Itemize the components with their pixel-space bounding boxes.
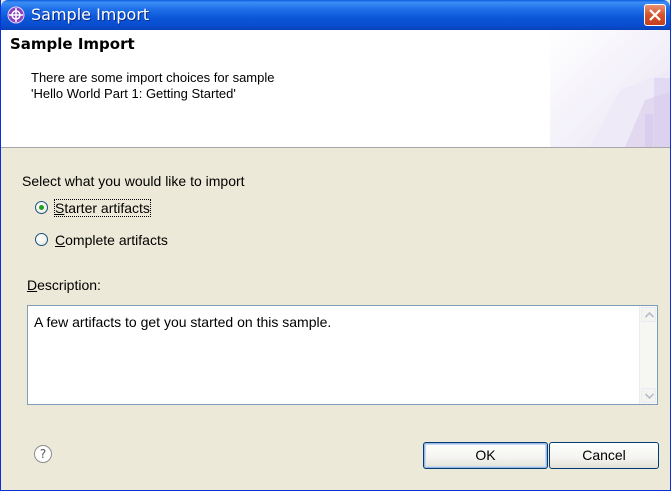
description-textarea[interactable]: A few artifacts to get you started on th… [27, 305, 658, 405]
radio-button-unselected[interactable] [35, 233, 48, 246]
help-icon[interactable]: ? [34, 445, 52, 463]
eclipse-app-icon [7, 6, 25, 24]
description-label: Description: [27, 277, 101, 293]
title-bar[interactable]: Sample Import [1, 0, 670, 30]
scroll-up-arrow-icon [645, 312, 654, 318]
scroll-up-button[interactable] [641, 307, 656, 322]
vertical-scrollbar[interactable] [639, 306, 657, 404]
close-button[interactable] [644, 4, 666, 26]
radio-selected-dot [39, 205, 44, 210]
wizard-banner: Sample Import There are some import choi… [1, 30, 670, 148]
description-text: A few artifacts to get you started on th… [34, 314, 332, 330]
scroll-down-arrow-icon [645, 393, 654, 399]
ok-button[interactable]: OK [423, 442, 548, 469]
sample-import-dialog: Sample Import Sample Import There are so… [0, 0, 671, 491]
window-title: Sample Import [31, 5, 150, 24]
radio-button-selected[interactable] [35, 201, 48, 214]
close-icon [649, 9, 661, 21]
radio-label-starter[interactable]: Starter artifacts [54, 199, 151, 217]
import-section-label: Select what you would like to import [22, 173, 245, 189]
radio-label-complete[interactable]: Complete artifacts [55, 232, 168, 248]
banner-title: Sample Import [10, 35, 135, 53]
banner-decoration-graphic [550, 30, 670, 147]
banner-message: There are some import choices for sample… [31, 70, 275, 101]
scroll-down-button[interactable] [641, 388, 656, 403]
cancel-button[interactable]: Cancel [549, 442, 659, 469]
